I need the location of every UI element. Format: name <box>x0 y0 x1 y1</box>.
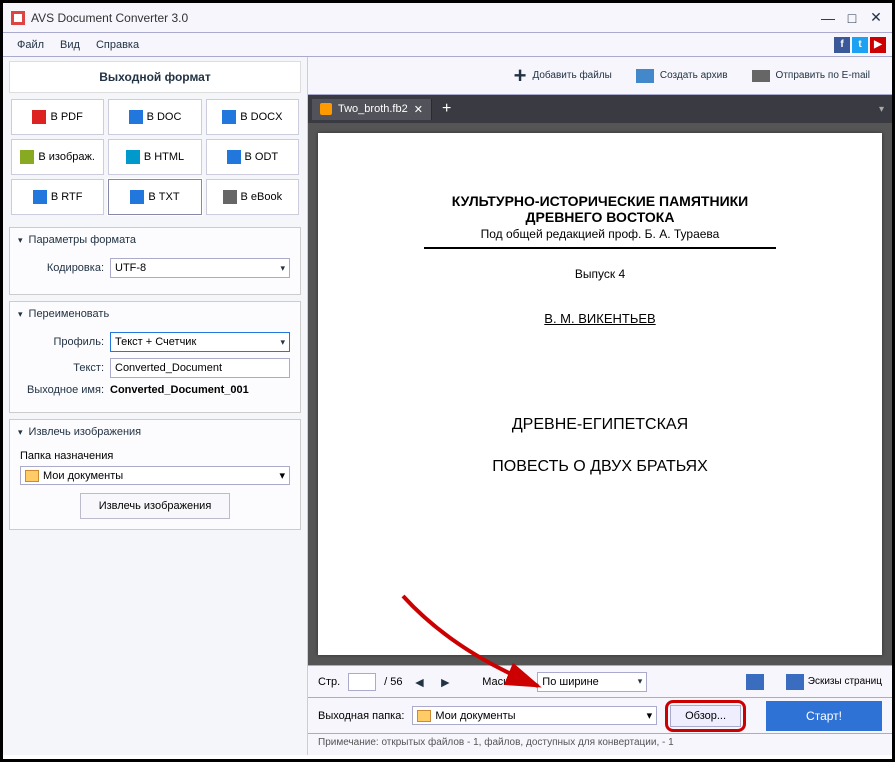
output-folder-label: Выходная папка: <box>318 710 404 722</box>
page-input[interactable] <box>348 673 376 691</box>
start-button[interactable]: Старт! <box>766 701 882 731</box>
titlebar: AVS Document Converter 3.0 — □ ✕ <box>3 3 892 33</box>
extract-images-header[interactable]: Извлечь изображения <box>10 420 300 444</box>
close-tab-icon[interactable]: ✕ <box>414 103 423 116</box>
archive-icon <box>636 69 654 83</box>
rename-header[interactable]: Переименовать <box>10 302 300 326</box>
doc-issue: Выпуск 4 <box>348 267 852 281</box>
text-label: Текст: <box>20 362 104 374</box>
menu-help[interactable]: Справка <box>88 37 147 53</box>
format-doc[interactable]: В DOC <box>108 99 201 135</box>
add-files-button[interactable]: Добавить файлы <box>502 59 624 93</box>
chevron-down-icon: ▾ <box>638 676 643 687</box>
page-label: Стр. <box>318 676 340 688</box>
preview-controls: Стр. / 56 ◄ ► Масштаб По ширине▾ Эскизы … <box>308 665 892 697</box>
minimize-button[interactable]: — <box>820 10 836 26</box>
twitter-icon[interactable]: t <box>852 37 868 53</box>
format-rtf[interactable]: В RTF <box>11 179 104 215</box>
menubar: Файл Вид Справка f t ▶ <box>3 33 892 57</box>
html-icon <box>126 150 140 164</box>
outname-label: Выходное имя: <box>20 384 104 396</box>
format-odt[interactable]: В ODT <box>206 139 299 175</box>
doc-title-2: ПОВЕСТЬ О ДВУХ БРАТЬЯХ <box>348 458 852 476</box>
note-row: Примечание: открытых файлов - 1, файлов,… <box>308 733 892 755</box>
annotation-highlight: Обзор... <box>665 700 746 732</box>
encoding-label: Кодировка: <box>20 262 104 274</box>
outname-value: Converted_Document_001 <box>110 384 249 396</box>
plus-icon <box>514 63 527 89</box>
format-pdf[interactable]: В PDF <box>11 99 104 135</box>
chevron-down-icon: ▾ <box>279 469 285 482</box>
format-ebook[interactable]: В eBook <box>206 179 299 215</box>
folder-icon <box>417 710 431 722</box>
doc-editor-line: Под общей редакцией проф. Б. А. Тураева <box>348 227 852 241</box>
facebook-icon[interactable]: f <box>834 37 850 53</box>
zoom-select[interactable]: По ширине▾ <box>537 672 647 692</box>
rtf-icon <box>33 190 47 204</box>
pdf-icon <box>32 110 46 124</box>
doc-title-1: ДРЕВНЕ-ЕГИПЕТСКАЯ <box>348 416 852 434</box>
chevron-down-icon: ▾ <box>280 337 285 348</box>
ebook-icon <box>223 190 237 204</box>
profile-select[interactable]: Текст + Счетчик▾ <box>110 332 290 352</box>
doc-author: В. М. ВИКЕНТЬЕВ <box>348 311 852 326</box>
format-grid: В PDF В DOC В DOCX В изображ. В HTML В O… <box>9 93 301 221</box>
file-icon <box>320 103 332 115</box>
format-docx[interactable]: В DOCX <box>206 99 299 135</box>
text-input[interactable] <box>110 358 290 378</box>
thumbnails-label[interactable]: Эскизы страниц <box>808 677 882 687</box>
prev-page-button[interactable]: ◄ <box>411 674 429 690</box>
thumbnails-icon[interactable] <box>786 674 804 690</box>
encoding-select[interactable]: UTF-8▾ <box>110 258 290 278</box>
extract-images-button[interactable]: Извлечь изображения <box>80 493 231 519</box>
profile-label: Профиль: <box>20 336 104 348</box>
doc-heading-1: КУЛЬТУРНО-ИСТОРИЧЕСКИЕ ПАМЯТНИКИ <box>348 193 852 209</box>
window-title: AVS Document Converter 3.0 <box>31 11 820 25</box>
main-toolbar: Добавить файлы Создать архив Отправить п… <box>308 57 892 95</box>
format-params-header[interactable]: Параметры формата <box>10 228 300 252</box>
format-html[interactable]: В HTML <box>108 139 201 175</box>
menu-file[interactable]: Файл <box>9 37 52 53</box>
image-icon <box>20 150 34 164</box>
file-tab[interactable]: Two_broth.fb2 ✕ <box>312 99 432 120</box>
tabstrip: Two_broth.fb2 ✕ + ▾ <box>308 95 892 123</box>
add-tab-button[interactable]: + <box>432 100 461 118</box>
divider <box>424 247 777 249</box>
next-page-button[interactable]: ► <box>436 674 454 690</box>
doc-icon <box>129 110 143 124</box>
mail-icon <box>752 70 770 82</box>
tab-menu-icon[interactable]: ▾ <box>871 104 892 115</box>
document-page: КУЛЬТУРНО-ИСТОРИЧЕСКИЕ ПАМЯТНИКИ ДРЕВНЕГ… <box>318 133 882 655</box>
menu-view[interactable]: Вид <box>52 37 88 53</box>
maximize-button[interactable]: □ <box>844 10 860 26</box>
right-panel: Добавить файлы Создать архив Отправить п… <box>308 57 892 755</box>
print-icon[interactable] <box>746 674 764 690</box>
dest-folder-label: Папка назначения <box>20 450 290 462</box>
output-format-header: Выходной формат <box>9 61 301 93</box>
folder-icon <box>25 470 39 482</box>
doc-heading-2: ДРЕВНЕГО ВОСТОКА <box>348 209 852 225</box>
format-image[interactable]: В изображ. <box>11 139 104 175</box>
chevron-down-icon: ▾ <box>647 709 653 722</box>
output-folder-select[interactable]: Мои документы ▾ <box>412 706 657 725</box>
youtube-icon[interactable]: ▶ <box>870 37 886 53</box>
create-archive-button[interactable]: Создать архив <box>624 65 740 87</box>
browse-button[interactable]: Обзор... <box>670 705 741 727</box>
chevron-down-icon: ▾ <box>280 263 285 274</box>
zoom-label: Масштаб <box>482 676 529 688</box>
app-icon <box>11 11 25 25</box>
docx-icon <box>222 110 236 124</box>
left-panel: Выходной формат В PDF В DOC В DOCX В изо… <box>3 57 308 755</box>
txt-icon <box>130 190 144 204</box>
close-button[interactable]: ✕ <box>868 10 884 26</box>
odt-icon <box>227 150 241 164</box>
format-txt[interactable]: В TXT <box>108 179 201 215</box>
page-total: / 56 <box>384 676 402 688</box>
dest-folder-select[interactable]: Мои документы ▾ <box>20 466 290 485</box>
output-row: Выходная папка: Мои документы ▾ Обзор...… <box>308 697 892 733</box>
send-email-button[interactable]: Отправить по E-mail <box>740 66 882 86</box>
preview-area: КУЛЬТУРНО-ИСТОРИЧЕСКИЕ ПАМЯТНИКИ ДРЕВНЕГ… <box>308 123 892 665</box>
